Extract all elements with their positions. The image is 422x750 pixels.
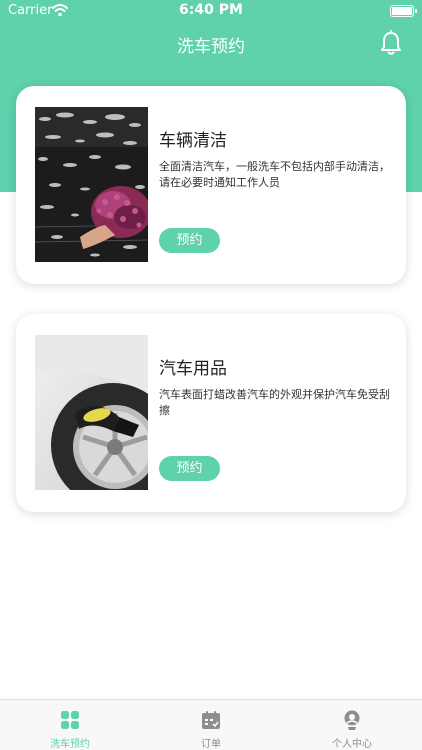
tab-label: 订单 (201, 739, 221, 750)
page-title: 洗车预约 (177, 37, 245, 57)
service-description: 全面清洁汽车，一般洗车不包括内部手动清洁，请在必要时通知工作人员 (159, 160, 390, 189)
book-button[interactable]: 预约 (159, 228, 220, 253)
battery-icon (390, 5, 417, 17)
tab-orders[interactable]: 订单 (141, 700, 281, 750)
status-bar: Carrier 6:40 PM (0, 0, 422, 22)
service-title: 车辆清洁 (159, 131, 227, 151)
service-card-supplies[interactable]: 汽车用品 汽车表面打蜡改善汽车的外观并保护汽车免受刮擦 预约 (16, 314, 406, 512)
tab-profile[interactable]: 个人中心 (282, 700, 422, 750)
profile-icon (344, 710, 360, 730)
tab-bar: 洗车预约 订单 个人中心 (0, 699, 422, 750)
tab-wash-booking[interactable]: 洗车预约 (0, 700, 140, 750)
calendar-icon (202, 711, 220, 729)
bell-icon[interactable] (379, 30, 403, 56)
service-title: 汽车用品 (159, 359, 227, 379)
tab-label: 个人中心 (332, 739, 372, 750)
tab-label: 洗车预约 (50, 739, 90, 750)
wheel-polish-photo (35, 335, 148, 490)
grid-icon (61, 711, 79, 729)
book-button[interactable]: 预约 (159, 456, 220, 481)
car-wash-mitt-photo (35, 107, 148, 262)
service-card-cleaning[interactable]: 车辆清洁 全面清洁汽车，一般洗车不包括内部手动清洁，请在必要时通知工作人员 预约 (16, 86, 406, 284)
status-time: 6:40 PM (179, 2, 243, 18)
service-description: 汽车表面打蜡改善汽车的外观并保护汽车免受刮擦 (159, 388, 390, 417)
